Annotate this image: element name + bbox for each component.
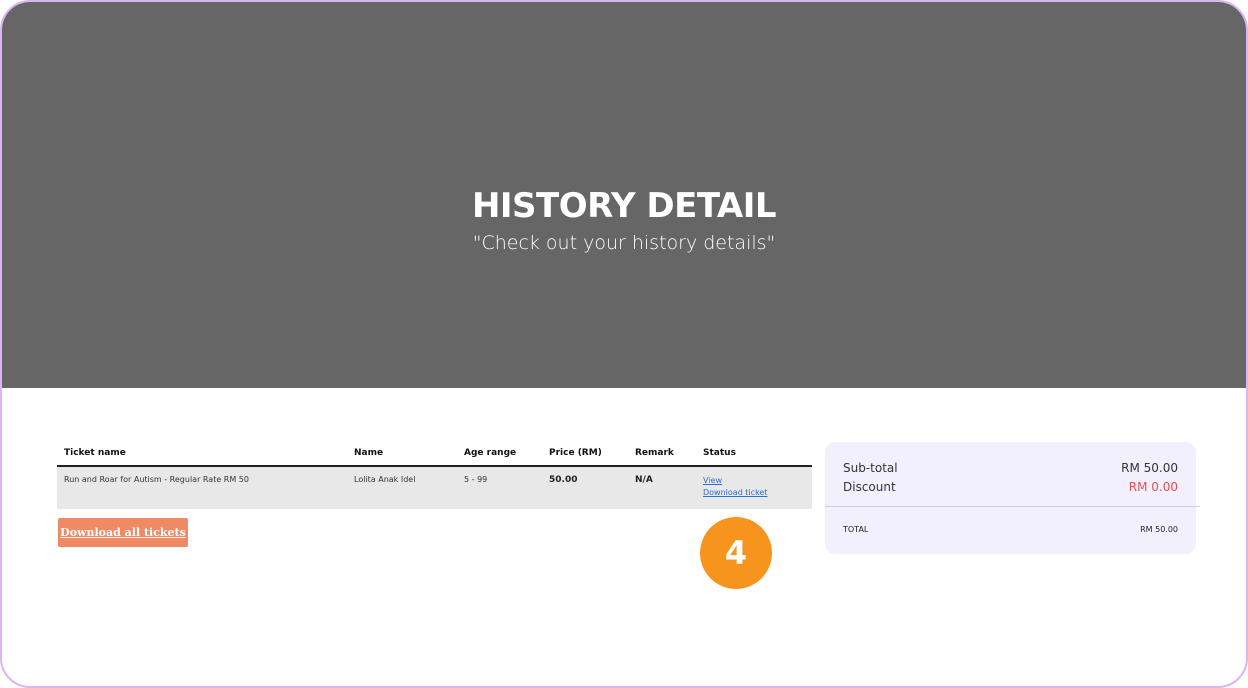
summary-divider — [825, 506, 1200, 507]
download-all-tickets-button[interactable]: Download all tickets — [58, 518, 188, 547]
page-title: HISTORY DETAIL — [471, 186, 777, 226]
discount-value: RM 0.00 — [1128, 480, 1178, 494]
column-header-price: Price (RM) — [542, 443, 628, 467]
ticket-table-container: Ticket name Name Age range Price (RM) Re… — [57, 443, 812, 509]
view-link[interactable]: View — [703, 475, 805, 487]
column-header-age-range: Age range — [457, 443, 542, 467]
cell-price: 50.00 — [542, 466, 628, 509]
column-header-status: Status — [696, 443, 812, 467]
download-ticket-link[interactable]: Download ticket — [703, 487, 805, 499]
column-header-remark: Remark — [628, 443, 696, 467]
discount-label: Discount — [843, 480, 896, 494]
column-header-ticket-name: Ticket name — [57, 443, 347, 467]
column-header-name: Name — [347, 443, 457, 467]
cell-name: Lolita Anak Idel — [347, 466, 457, 509]
page-frame: HISTORY DETAIL "Check out your history d… — [0, 0, 1248, 688]
subtotal-row: Sub-total RM 50.00 — [843, 461, 1178, 475]
table-row: Run and Roar for Autism - Regular Rate R… — [57, 466, 812, 509]
cell-ticket-name: Run and Roar for Autism - Regular Rate R… — [57, 466, 347, 509]
cell-status: View Download ticket — [696, 466, 812, 509]
total-label: TOTAL — [843, 525, 869, 534]
step-number-badge: 4 — [700, 517, 772, 589]
discount-row: Discount RM 0.00 — [843, 480, 1178, 494]
ticket-table: Ticket name Name Age range Price (RM) Re… — [57, 443, 812, 509]
total-value: RM 50.00 — [1140, 525, 1178, 534]
hero-banner: HISTORY DETAIL "Check out your history d… — [2, 2, 1246, 388]
subtotal-value: RM 50.00 — [1121, 461, 1178, 475]
order-summary-card: Sub-total RM 50.00 Discount RM 0.00 TOTA… — [825, 442, 1200, 554]
subtotal-label: Sub-total — [843, 461, 898, 475]
page-subtitle: "Check out your history details" — [472, 232, 776, 254]
table-header-row: Ticket name Name Age range Price (RM) Re… — [57, 443, 812, 467]
total-row: TOTAL RM 50.00 — [843, 525, 1178, 534]
cell-remark: N/A — [628, 466, 696, 509]
cell-age-range: 5 - 99 — [457, 466, 542, 509]
